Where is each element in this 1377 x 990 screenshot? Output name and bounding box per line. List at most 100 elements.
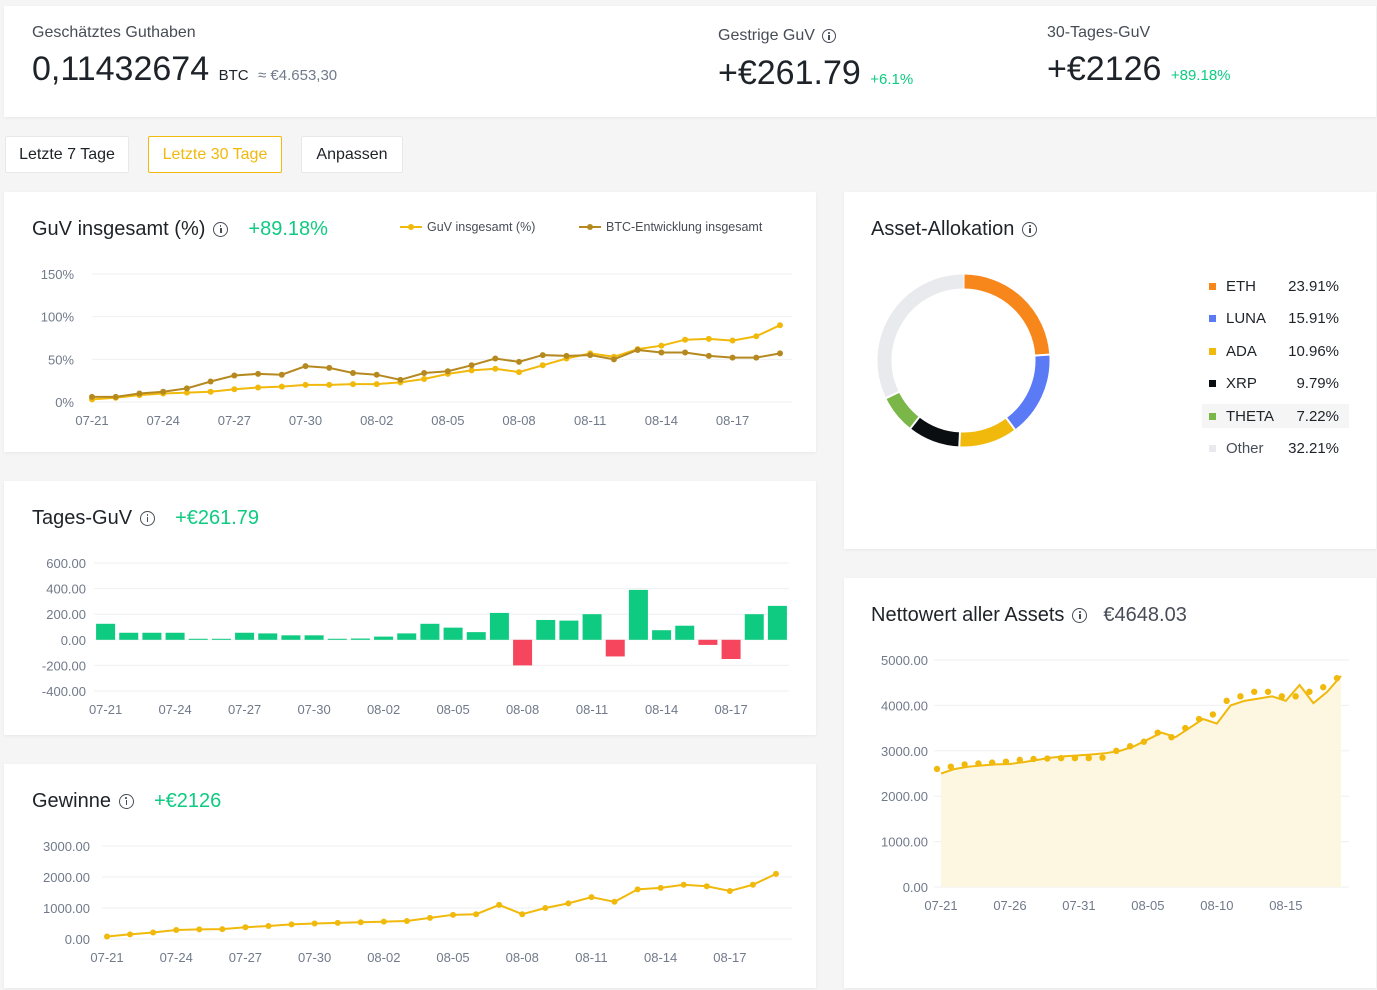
data-point (749, 881, 756, 888)
donut-slice (886, 391, 920, 429)
x-tick-label: 08-17 (716, 413, 749, 428)
x-tick-label: 07-30 (289, 413, 322, 428)
data-point (777, 322, 783, 329)
data-point (1223, 697, 1230, 705)
data-point (231, 372, 238, 379)
bar (281, 635, 301, 640)
data-point (611, 898, 618, 905)
data-point (519, 911, 526, 918)
bar (258, 633, 278, 640)
y-tick-label: -200.00 (42, 658, 86, 673)
legend-item[interactable]: LUNA 15.91% (1202, 306, 1349, 330)
data-point (565, 900, 572, 907)
data-point (773, 870, 779, 877)
x-tick-label: 08-02 (360, 413, 393, 428)
data-point (326, 364, 333, 371)
data-point (729, 337, 736, 344)
legend-marker (408, 224, 414, 230)
x-tick-label: 08-17 (714, 702, 747, 717)
data-point (1251, 688, 1258, 695)
data-point (326, 381, 333, 388)
donut-slice (910, 417, 961, 447)
legend-label: Other (1226, 439, 1264, 457)
data-point (539, 362, 546, 369)
y-tick-label: 2000.00 (43, 870, 90, 885)
month-pnl-pct: +89.18% (1170, 67, 1231, 84)
data-point (450, 911, 457, 918)
data-point (349, 381, 356, 388)
data-point (160, 388, 167, 395)
period-last7-button[interactable]: Letzte 7 Tage (5, 136, 129, 173)
data-point (682, 349, 689, 356)
y-tick-label: -400.00 (42, 684, 86, 699)
yesterday-pnl-label: Gestrige GuV (718, 27, 836, 45)
data-point (373, 381, 380, 388)
y-tick-label: 200.00 (46, 607, 86, 622)
bar (582, 614, 602, 640)
area-fill (941, 675, 1341, 887)
data-point (255, 370, 262, 377)
data-point (1168, 733, 1175, 741)
bar (744, 614, 764, 640)
x-tick-label: 07-27 (229, 950, 262, 965)
legend-item[interactable]: ADA 10.96% (1202, 339, 1349, 363)
data-point (1237, 693, 1244, 700)
bar (188, 638, 208, 640)
slice-separator (957, 425, 962, 454)
x-tick-label: 08-02 (367, 950, 400, 965)
data-point (516, 358, 523, 365)
x-tick-label: 07-30 (298, 950, 331, 965)
y-tick-label: 4000.00 (881, 698, 928, 713)
data-point (349, 369, 356, 376)
legend-item[interactable]: THETA 7.22% (1202, 404, 1349, 428)
legend-label: BTC-Entwicklung insgesamt (606, 220, 763, 234)
series-line (91, 324, 781, 401)
bar (513, 639, 533, 666)
data-point (1085, 754, 1092, 762)
bar (652, 630, 672, 640)
period-custom-button[interactable]: Anpassen (301, 136, 403, 173)
legend-marker (587, 224, 593, 230)
data-point (1044, 755, 1051, 762)
data-point (288, 921, 295, 928)
bar (374, 636, 394, 640)
data-point (278, 383, 285, 390)
profit-card: Gewinne +€2126 0.00 1000.00 2000.00 3000.00… (4, 764, 816, 988)
legend-swatch (1209, 379, 1216, 387)
x-tick-label: 08-08 (506, 950, 539, 965)
data-point (473, 911, 480, 918)
x-tick-label: 07-27 (228, 702, 261, 717)
data-point (426, 914, 433, 921)
y-tick-label: 600.00 (46, 556, 86, 571)
y-tick-label: 5000.00 (881, 653, 928, 668)
x-tick-label: 08-17 (713, 950, 746, 965)
data-point (468, 367, 475, 374)
legend-swatch (1209, 347, 1216, 355)
info-icon[interactable] (821, 29, 836, 43)
slice-separator (1028, 353, 1057, 358)
x-tick-label: 07-21 (90, 950, 123, 965)
data-point (516, 369, 523, 376)
data-point (729, 354, 736, 361)
data-point (726, 887, 733, 894)
data-point (421, 369, 428, 376)
y-tick-label: 2000.00 (881, 789, 928, 804)
bar (536, 619, 556, 640)
x-tick-label: 07-21 (75, 413, 108, 428)
yesterday-pnl-amount: +€261.79 +6.1% (718, 54, 913, 93)
bar (420, 623, 440, 640)
legend-item[interactable]: XRP 9.79% (1202, 371, 1349, 395)
y-tick-label: 50% (48, 352, 74, 367)
data-point (231, 386, 238, 393)
donut-slice (1006, 354, 1050, 430)
legend-item[interactable]: ETH 23.91% (1202, 274, 1349, 298)
period-last30-button[interactable]: Letzte 30 Tage (148, 136, 282, 173)
data-point (150, 929, 157, 936)
legend-item[interactable]: Other 32.21% (1202, 436, 1349, 460)
data-point (961, 761, 968, 768)
daily-pnl-card: Tages-GuV +€261.79 -400.00 -200.00 0.00 200… (4, 481, 816, 735)
data-point (207, 388, 214, 395)
balance-unit: BTC (218, 67, 249, 84)
data-point (539, 352, 546, 359)
balance-label: Geschätztes Guthaben (32, 24, 196, 41)
